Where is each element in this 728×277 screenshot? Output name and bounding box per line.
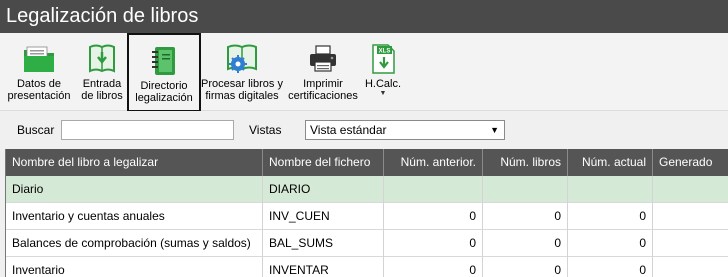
filter-bar: Buscar Vistas Vista estándar ▼	[0, 111, 728, 149]
books-table: Nombre del libro a legalizar Nombre del …	[5, 149, 728, 277]
hoja-calculo-label: H.Calc.	[364, 78, 402, 90]
xls-badge: XLS	[379, 49, 391, 55]
ribbon-toolbar: Datos de presentación Entrada de libros	[0, 33, 728, 112]
cell-nombre-libro: Diario	[6, 176, 263, 203]
vistas-selected-value: Vista estándar	[310, 123, 387, 137]
vistas-select[interactable]: Vista estándar ▼	[305, 120, 505, 140]
table-row[interactable]: Inventario INVENTAR 0 0 0	[6, 257, 728, 277]
column-header-nombre-fichero[interactable]: Nombre del fichero	[263, 149, 384, 176]
cell-num-anterior	[384, 176, 483, 203]
directorio-legalizacion-label: Directorio legalización	[135, 80, 193, 104]
directorio-legalizacion-button[interactable]: Directorio legalización	[127, 33, 201, 112]
chevron-down-icon[interactable]: ▼	[380, 90, 387, 98]
column-header-num-actual[interactable]: Núm. actual	[568, 149, 653, 176]
imprimir-certificaciones-button[interactable]: Imprimir certificaciones	[286, 33, 360, 111]
folder-icon	[21, 41, 57, 77]
cell-num-libros: 0	[483, 230, 568, 257]
column-header-nombre-libro[interactable]: Nombre del libro a legalizar	[6, 149, 263, 176]
cell-num-libros	[483, 176, 568, 203]
cell-generado	[653, 176, 728, 203]
table-row[interactable]: Inventario y cuentas anuales INV_CUEN 0 …	[6, 203, 728, 230]
cell-generado	[653, 257, 728, 277]
cell-generado	[653, 203, 728, 230]
cell-nombre-fichero: BAL_SUMS	[263, 230, 384, 257]
chevron-down-icon: ▼	[490, 125, 499, 135]
entrada-libros-label: Entrada de libros	[81, 78, 123, 102]
procesar-libros-label: Procesar libros y firmas digitales	[201, 78, 283, 102]
datos-presentacion-button[interactable]: Datos de presentación	[6, 33, 72, 111]
cell-num-actual: 0	[568, 203, 653, 230]
entrada-libros-button[interactable]: Entrada de libros	[78, 33, 126, 111]
binder-icon	[146, 43, 182, 79]
cell-num-actual: 0	[568, 230, 653, 257]
cell-nombre-fichero: DIARIO	[263, 176, 384, 203]
column-header-num-libros[interactable]: Núm. libros	[483, 149, 568, 176]
cell-num-libros: 0	[483, 203, 568, 230]
table-header: Nombre del libro a legalizar Nombre del …	[6, 149, 728, 176]
imprimir-certificaciones-label: Imprimir certificaciones	[288, 78, 358, 102]
column-header-generado[interactable]: Generado	[653, 149, 728, 176]
cell-nombre-fichero: INV_CUEN	[263, 203, 384, 230]
cell-num-anterior: 0	[384, 203, 483, 230]
cell-nombre-fichero: INVENTAR	[263, 257, 384, 277]
window-title: Legalización de libros	[0, 0, 728, 33]
book-gear-icon	[224, 41, 260, 77]
cell-nombre-libro: Balances de comprobación (sumas y saldos…	[6, 230, 263, 257]
search-input[interactable]	[61, 120, 234, 140]
cell-num-anterior: 0	[384, 257, 483, 277]
table-row[interactable]: Balances de comprobación (sumas y saldos…	[6, 230, 728, 257]
cell-generado	[653, 230, 728, 257]
vistas-label: Vistas	[249, 123, 282, 137]
cell-nombre-libro: Inventario	[6, 257, 263, 277]
cell-num-actual: 0	[568, 257, 653, 277]
cell-nombre-libro: Inventario y cuentas anuales	[6, 203, 263, 230]
column-header-num-anterior[interactable]: Núm. anterior.	[384, 149, 483, 176]
search-label: Buscar	[17, 123, 55, 137]
book-download-icon	[84, 41, 120, 77]
datos-presentacion-label: Datos de presentación	[7, 78, 71, 102]
hoja-calculo-button[interactable]: XLS H.Calc. ▼	[362, 33, 404, 111]
procesar-libros-button[interactable]: Procesar libros y firmas digitales	[201, 33, 283, 111]
cell-num-libros: 0	[483, 257, 568, 277]
cell-num-anterior: 0	[384, 230, 483, 257]
cell-num-actual	[568, 176, 653, 203]
spreadsheet-icon: XLS	[365, 41, 401, 77]
printer-icon	[305, 41, 341, 77]
table-row[interactable]: Diario DIARIO	[6, 176, 728, 203]
